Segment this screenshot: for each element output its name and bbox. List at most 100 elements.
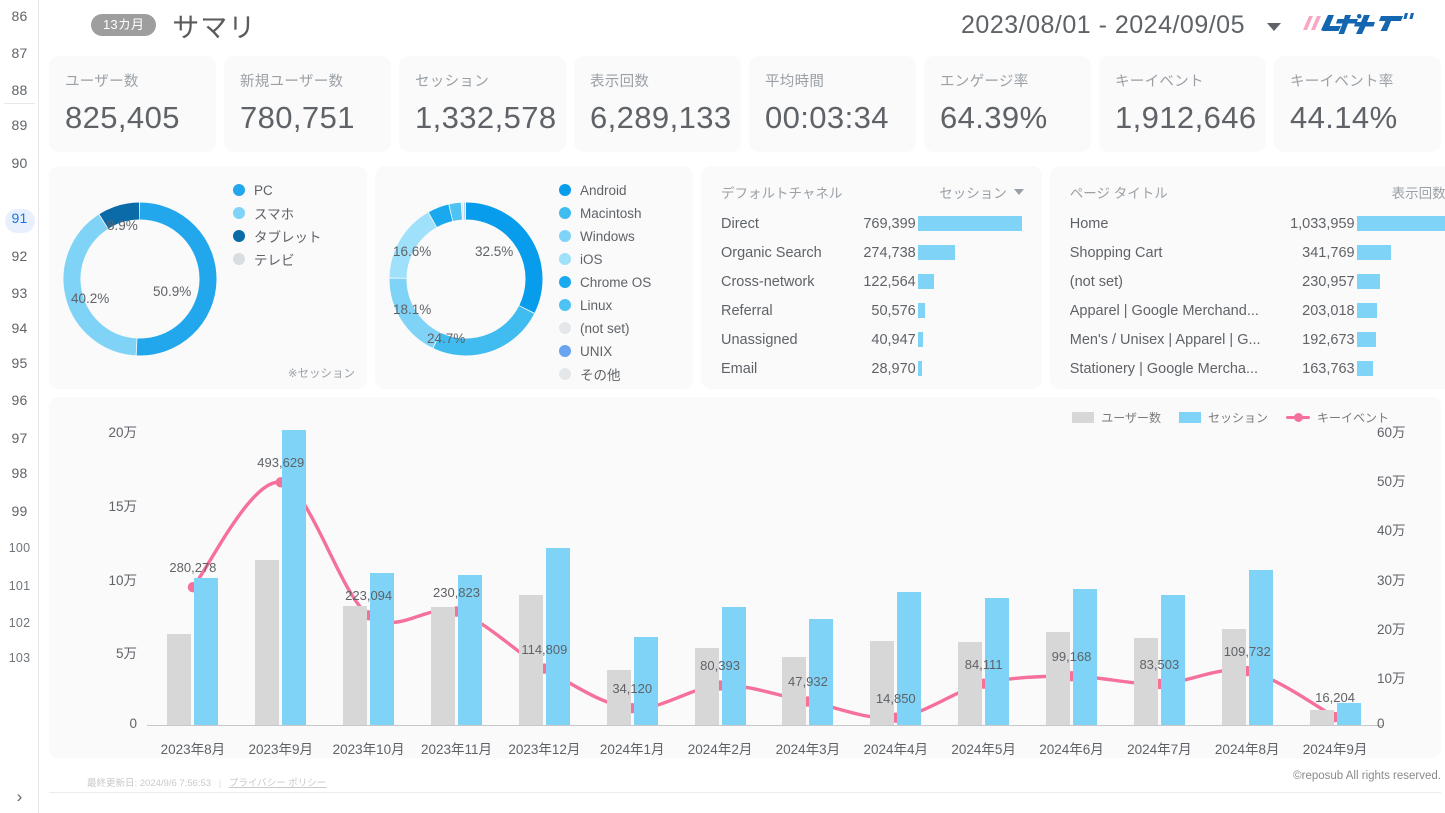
bar-users-7[interactable] <box>782 657 806 725</box>
rail-page-91[interactable]: 91 <box>0 210 39 226</box>
rail-page-86[interactable]: 86 <box>0 8 39 24</box>
combo-chart-plot[interactable]: 05万10万15万20万010万20万30万40万50万60万2023年8月20… <box>49 397 1441 758</box>
os-legend-item[interactable]: Linux <box>559 295 693 315</box>
table-bar <box>1357 245 1391 260</box>
table-bar <box>918 216 1022 231</box>
rail-page-93[interactable]: 93 <box>0 285 39 301</box>
legend-color-dot-icon <box>559 322 571 334</box>
device-donut-chart[interactable]: 50.9% 40.2% 8.9% <box>49 166 229 389</box>
os-legend-item[interactable]: UNIX <box>559 341 693 361</box>
privacy-policy-link[interactable]: プライバシー ポリシー <box>229 778 326 789</box>
key-event-value-label: 109,732 <box>1197 644 1297 659</box>
os-donut-chart[interactable]: 32.5% 24.7% 18.1% 16.6% <box>375 166 555 389</box>
table-bar-area <box>916 332 1024 347</box>
rail-page-103[interactable]: 103 <box>0 650 39 666</box>
os-legend-item[interactable]: Windows <box>559 226 693 246</box>
chevron-right-icon[interactable]: › <box>0 787 39 807</box>
os-legend-item[interactable]: iOS <box>559 249 693 269</box>
table-row[interactable]: (not set)230,957 <box>1070 267 1445 296</box>
date-range-selector[interactable]: 2023/08/01 - 2024/09/05 <box>961 11 1245 40</box>
table-row[interactable]: Home1,033,959 <box>1070 209 1445 238</box>
table-bar-area <box>1355 245 1445 260</box>
table-row[interactable]: Men's / Unisex | Apparel | G...192,673 <box>1070 325 1445 354</box>
table-row[interactable]: Unassigned40,947 <box>721 325 1024 354</box>
key-event-value-label: 230,823 <box>407 585 507 600</box>
os-legend-item[interactable]: Macintosh <box>559 203 693 223</box>
table-row[interactable]: Stationery | Google Mercha...163,763 <box>1070 354 1445 383</box>
rail-page-100[interactable]: 100 <box>0 540 39 556</box>
bar-users-5[interactable] <box>607 670 631 725</box>
bar-users-0[interactable] <box>167 634 191 725</box>
rail-page-102[interactable]: 102 <box>0 615 39 631</box>
bar-sessions-1[interactable] <box>282 430 306 725</box>
rail-page-94[interactable]: 94 <box>0 320 39 336</box>
page-table-panel: ページ タイトル 表示回数 Home1,033,959Shopping Cart… <box>1050 166 1445 389</box>
key-event-value-label: 16,204 <box>1285 690 1385 705</box>
bar-users-10[interactable] <box>1046 632 1070 725</box>
rail-page-99[interactable]: 99 <box>0 503 39 519</box>
rail-page-96[interactable]: 96 <box>0 392 39 408</box>
bar-users-3[interactable] <box>431 607 455 725</box>
rail-page-97[interactable]: 97 <box>0 430 39 446</box>
device-donut-note: ※セッション <box>288 365 355 381</box>
device-legend-item[interactable]: スマホ <box>233 203 367 223</box>
table-cell-value: 1,033,959 <box>1269 216 1355 232</box>
page-metric-header[interactable]: 表示回数 <box>1392 182 1445 202</box>
bar-users-4[interactable] <box>519 595 543 725</box>
donut-slice-4[interactable] <box>433 213 451 220</box>
sort-descending-icon[interactable] <box>1014 189 1024 195</box>
rail-page-95[interactable]: 95 <box>0 355 39 371</box>
bar-users-1[interactable] <box>255 560 279 725</box>
y-axis-right-tick: 30万 <box>1377 569 1429 589</box>
report-page: 86 87 88 89 90 91 92 93 94 95 96 97 98 99 100 101 102 103… <box>0 0 1445 813</box>
device-legend-item[interactable]: PC <box>233 180 367 200</box>
os-legend-item[interactable]: Chrome OS <box>559 272 693 292</box>
x-axis-label: 2024年7月 <box>1115 738 1203 758</box>
bar-sessions-7[interactable] <box>809 619 833 725</box>
bar-users-13[interactable] <box>1310 710 1334 725</box>
table-row[interactable]: Referral50,576 <box>721 296 1024 325</box>
bar-sessions-13[interactable] <box>1337 703 1361 725</box>
table-row[interactable]: Direct769,399 <box>721 209 1024 238</box>
rail-page-87[interactable]: 87 <box>0 45 39 61</box>
key-event-value-label: 47,932 <box>758 674 858 689</box>
bar-sessions-0[interactable] <box>194 578 218 726</box>
os-legend-item[interactable]: Android <box>559 180 693 200</box>
device-legend-item[interactable]: タブレット <box>233 226 367 246</box>
rail-page-98[interactable]: 98 <box>0 465 39 481</box>
device-donut-svg <box>55 194 225 364</box>
table-bar <box>918 303 925 318</box>
donut-slice-0[interactable] <box>466 211 534 309</box>
kpi-value: 780,751 <box>240 100 391 136</box>
donut-slice-0[interactable] <box>137 211 208 347</box>
rail-page-92[interactable]: 92 <box>0 248 39 264</box>
table-row[interactable]: Email28,970 <box>721 354 1024 383</box>
table-row[interactable]: Organic Search274,738 <box>721 238 1024 267</box>
legend-label: iOS <box>580 252 603 267</box>
bar-sessions-4[interactable] <box>546 548 570 725</box>
table-row[interactable]: Apparel | Google Merchand...203,018 <box>1070 296 1445 325</box>
os-donut-svg <box>381 194 551 364</box>
bar-users-11[interactable] <box>1134 638 1158 725</box>
y-axis-right-tick: 40万 <box>1377 519 1429 539</box>
table-bar-area <box>1355 332 1445 347</box>
device-legend-item[interactable]: テレビ <box>233 249 367 269</box>
bar-users-2[interactable] <box>343 606 367 725</box>
table-row[interactable]: Shopping Cart341,769 <box>1070 238 1445 267</box>
os-legend-item[interactable]: その他 <box>559 364 693 384</box>
donut-slice-1[interactable] <box>72 222 136 347</box>
os-legend-item[interactable]: (not set) <box>559 318 693 338</box>
rail-page-88[interactable]: 88 <box>0 82 39 98</box>
x-axis-label: 2023年9月 <box>237 738 325 758</box>
donut-slice-5[interactable] <box>451 211 461 212</box>
chevron-down-icon[interactable] <box>1267 23 1281 31</box>
table-row[interactable]: Cross-network122,564 <box>721 267 1024 296</box>
rail-page-90[interactable]: 90 <box>0 155 39 171</box>
bar-users-9[interactable] <box>958 642 982 725</box>
channel-metric-header[interactable]: セッション <box>939 182 1024 202</box>
table-bar <box>1357 303 1377 318</box>
rail-page-89[interactable]: 89 <box>0 117 39 133</box>
bar-users-8[interactable] <box>870 641 894 725</box>
page-number-rail[interactable]: 86 87 88 89 90 91 92 93 94 95 96 97 98 99 100 101 102 103… <box>0 0 39 813</box>
rail-page-101[interactable]: 101 <box>0 578 39 594</box>
